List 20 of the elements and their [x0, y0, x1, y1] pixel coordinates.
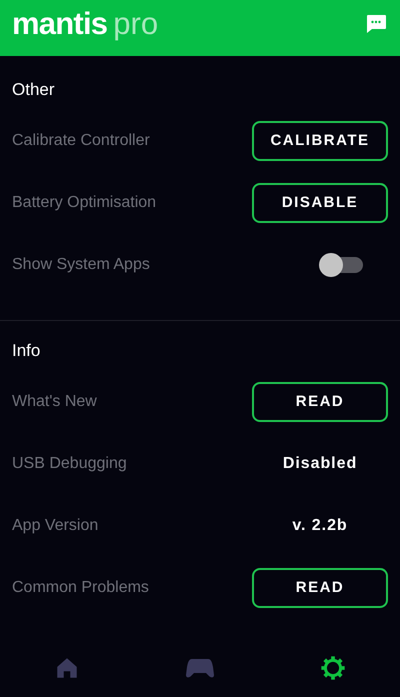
setting-value: Disabled — [282, 454, 358, 474]
setting-label: USB Debugging — [12, 454, 127, 474]
action-button[interactable]: CALIBRATE — [252, 121, 388, 161]
gear-icon — [319, 654, 348, 682]
setting-label: App Version — [12, 516, 98, 536]
setting-label: Calibrate Controller — [12, 131, 150, 151]
brand-suffix: pro — [113, 4, 158, 43]
setting-label: What's New — [12, 392, 97, 412]
setting-value: v. 2.2b — [291, 516, 349, 536]
section-title: Info — [11, 340, 42, 362]
gamepad-icon — [184, 657, 215, 679]
chat-icon[interactable] — [364, 12, 388, 36]
section-title: Other — [11, 79, 56, 102]
brand-name: mantis — [12, 4, 108, 43]
setting-label: Battery Optimisation — [12, 193, 156, 213]
setting-label: Common Problems — [12, 578, 149, 598]
setting-label: Show System Apps — [12, 255, 150, 275]
action-button[interactable]: READ — [252, 568, 388, 608]
action-button[interactable]: READ — [252, 382, 388, 422]
action-button[interactable]: DISABLE — [252, 183, 388, 223]
